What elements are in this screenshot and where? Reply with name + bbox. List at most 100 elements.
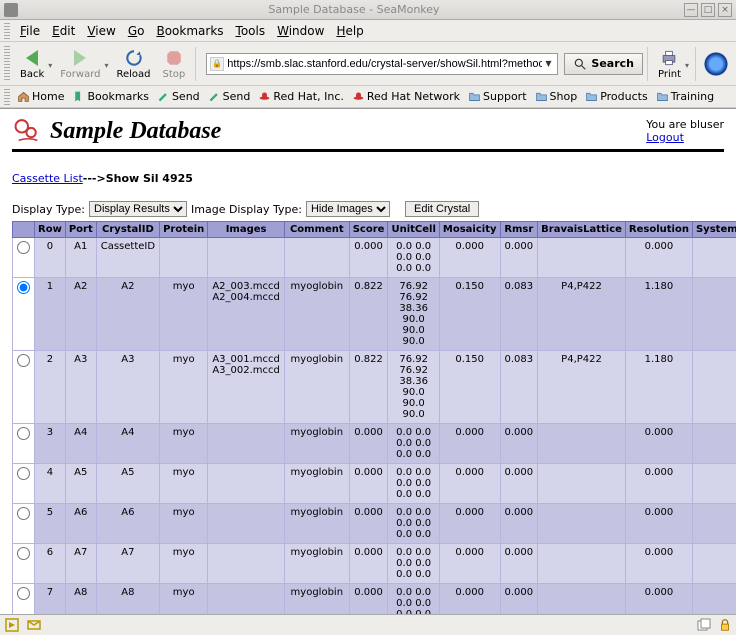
row-select-radio[interactable]	[17, 241, 30, 254]
row-select-radio[interactable]	[17, 281, 30, 294]
cell-comment: myoglobin	[284, 464, 349, 504]
menu-edit[interactable]: Edit	[46, 22, 81, 40]
popup-icon[interactable]	[696, 617, 712, 633]
cell-warn	[692, 351, 736, 424]
page-content: Sample Database You are bluser Logout Ca…	[0, 108, 736, 614]
url-bar[interactable]: 🔒 ▼	[206, 53, 558, 75]
link-support[interactable]: Support	[465, 89, 529, 104]
table-row: 7A8A8myomyoglobin0.0000.0 0.0 0.0 0.0 0.…	[13, 584, 736, 615]
menu-view[interactable]: View	[81, 22, 121, 40]
cell-cid: A4	[96, 424, 159, 464]
cell-uc: 0.0 0.0 0.0 0.0 0.0 0.0	[388, 584, 439, 615]
link-redhat[interactable]: Red Hat, Inc.	[255, 89, 346, 104]
cell-score: 0.822	[349, 278, 388, 351]
column-header: Protein	[160, 222, 208, 238]
cell-port: A2	[65, 278, 96, 351]
column-header: BravaisLattice	[538, 222, 626, 238]
table-row: 2A3A3myoA3_001.mccd A3_002.mccdmyoglobin…	[13, 351, 736, 424]
dropdown-icon[interactable]: ▼	[542, 59, 554, 68]
cell-row: 0	[35, 238, 66, 278]
cell-comment: myoglobin	[284, 544, 349, 584]
cell-img	[208, 464, 285, 504]
image-display-select[interactable]: Hide Images	[306, 201, 390, 217]
cell-prot: myo	[160, 464, 208, 504]
maximize-button[interactable]: □	[701, 3, 715, 17]
cell-res: 1.180	[625, 278, 692, 351]
cell-row: 5	[35, 504, 66, 544]
user-line: You are bluser	[646, 118, 724, 131]
column-header: Score	[349, 222, 388, 238]
back-button[interactable]: Back	[14, 45, 50, 82]
breadcrumb-link[interactable]: Cassette List	[12, 172, 83, 185]
row-select-radio[interactable]	[17, 507, 30, 520]
url-input[interactable]	[227, 58, 542, 70]
cell-rmsr: 0.000	[500, 504, 538, 544]
cell-port: A1	[65, 238, 96, 278]
cell-res: 0.000	[625, 544, 692, 584]
cell-prot: myo	[160, 278, 208, 351]
cell-port: A3	[65, 351, 96, 424]
menu-tools[interactable]: Tools	[230, 22, 272, 40]
cell-uc: 0.0 0.0 0.0 0.0 0.0 0.0	[388, 238, 439, 278]
link-send-2[interactable]: Send	[205, 89, 254, 104]
folder-icon	[535, 90, 548, 103]
pen-icon	[157, 90, 170, 103]
menu-window[interactable]: Window	[271, 22, 330, 40]
cell-cid: A7	[96, 544, 159, 584]
search-icon	[573, 57, 587, 71]
statusbar	[0, 614, 736, 635]
cell-score: 0.000	[349, 464, 388, 504]
row-select-radio[interactable]	[17, 467, 30, 480]
cell-res: 0.000	[625, 584, 692, 615]
cell-brav	[538, 238, 626, 278]
link-shop[interactable]: Shop	[532, 89, 581, 104]
cell-warn	[692, 464, 736, 504]
cell-brav	[538, 504, 626, 544]
column-header: Rmsr	[500, 222, 538, 238]
print-icon	[659, 48, 679, 68]
cell-prot: myo	[160, 351, 208, 424]
edit-crystal-button[interactable]: Edit Crystal	[405, 201, 479, 217]
navigator-icon[interactable]	[4, 617, 20, 633]
cell-row: 1	[35, 278, 66, 351]
reload-button[interactable]: Reload	[111, 45, 157, 82]
cell-rmsr: 0.000	[500, 464, 538, 504]
close-button[interactable]: ×	[718, 3, 732, 17]
menu-file[interactable]: File	[14, 22, 46, 40]
cell-img	[208, 238, 285, 278]
link-training[interactable]: Training	[653, 89, 717, 104]
link-bookmarks[interactable]: Bookmarks	[69, 89, 151, 104]
cell-res: 0.000	[625, 424, 692, 464]
link-send-1[interactable]: Send	[154, 89, 203, 104]
cell-port: A5	[65, 464, 96, 504]
dropdown-icon[interactable]: ▾	[685, 61, 691, 67]
search-button[interactable]: Search	[564, 53, 643, 75]
folder-icon	[468, 90, 481, 103]
column-header: Row	[35, 222, 66, 238]
cell-brav: P4,P422	[538, 278, 626, 351]
cell-uc: 76.92 76.92 38.36 90.0 90.0 90.0	[388, 351, 439, 424]
row-select-radio[interactable]	[17, 354, 30, 367]
forward-button: Forward	[54, 45, 106, 82]
display-type-select[interactable]: Display Results	[89, 201, 187, 217]
cell-mos: 0.150	[439, 351, 500, 424]
cell-warn	[692, 584, 736, 615]
link-rhn[interactable]: Red Hat Network	[349, 89, 463, 104]
page-title: Sample Database	[50, 118, 221, 145]
column-header: Port	[65, 222, 96, 238]
logout-link[interactable]: Logout	[646, 131, 684, 144]
cell-score: 0.000	[349, 544, 388, 584]
menu-help[interactable]: Help	[330, 22, 369, 40]
cell-prot: myo	[160, 584, 208, 615]
mail-icon[interactable]	[26, 617, 42, 633]
menu-go[interactable]: Go	[122, 22, 151, 40]
minimize-button[interactable]: —	[684, 3, 698, 17]
menu-bookmarks[interactable]: Bookmarks	[150, 22, 229, 40]
row-select-radio[interactable]	[17, 427, 30, 440]
column-header	[13, 222, 35, 238]
row-select-radio[interactable]	[17, 547, 30, 560]
print-button[interactable]: Print	[652, 45, 687, 82]
link-products[interactable]: Products	[582, 89, 651, 104]
row-select-radio[interactable]	[17, 587, 30, 600]
link-home[interactable]: Home	[14, 89, 67, 104]
